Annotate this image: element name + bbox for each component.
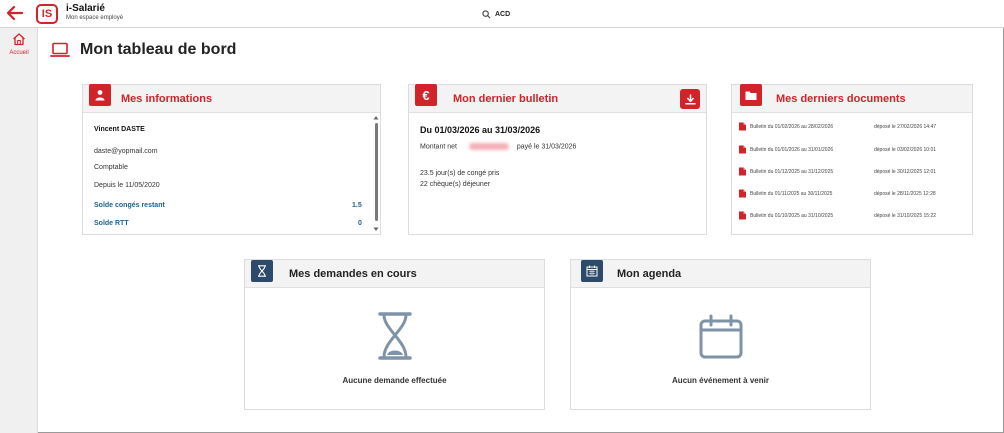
document-row[interactable]: Bulletin du 01/01/2026 au 31/01/2026 dép… — [738, 145, 960, 155]
card-header: Mes informations — [83, 84, 380, 113]
pdf-icon — [739, 145, 746, 154]
pdf-icon — [739, 211, 746, 220]
document-row[interactable]: Bulletin du 01/10/2025 au 31/10/2025 dép… — [738, 211, 960, 221]
euro-icon: € — [415, 84, 437, 106]
page-title: Mon tableau de bord — [80, 41, 237, 58]
card-title[interactable]: Mes informations — [121, 93, 212, 105]
card-mes-demandes: Mes demandes en cours Aucune demande eff… — [244, 259, 545, 410]
card-header: € Mon dernier bulletin — [409, 84, 706, 113]
hourglass-icon — [378, 312, 412, 360]
app-name: i-Salarié — [66, 3, 105, 14]
cheques-dejeuner: 22 chèque(s) déjeuner — [420, 181, 491, 188]
pdf-icon — [739, 167, 746, 176]
employee-since: Depuis le 11/05/2020 — [94, 182, 160, 189]
pdf-icon — [739, 122, 746, 131]
laptop-icon — [50, 42, 70, 57]
document-row[interactable]: Bulletin du 01/02/2026 au 28/02/2026 dép… — [738, 122, 960, 132]
document-name: Bulletin du 01/12/2025 au 31/12/2025 — [750, 169, 834, 175]
top-bar: IS i-Salarié Mon espace employé ACD — [0, 0, 1004, 28]
scroll-down-icon[interactable] — [373, 227, 379, 232]
conges-pris: 23.5 jour(s) de congé pris — [420, 170, 500, 177]
document-deposit: déposé le 30/12/2025 12:01 — [874, 169, 936, 175]
folder-icon — [740, 84, 762, 106]
company-name: ACD — [495, 10, 511, 18]
card-header: Mes demandes en cours — [245, 260, 544, 288]
document-name: Bulletin du 01/10/2025 au 31/10/2025 — [750, 213, 834, 219]
pdf-icon — [739, 189, 746, 198]
montant-redacted — [468, 143, 509, 150]
app-subtitle: Mon espace employé — [66, 15, 124, 21]
card-dernier-bulletin: € Mon dernier bulletin Du 01/03/2026 au … — [408, 84, 707, 235]
document-deposit: déposé le 03/02/2026 10:01 — [874, 147, 936, 153]
page-header: Mon tableau de bord — [50, 38, 236, 62]
paid-date: payé le 31/03/2026 — [516, 143, 577, 151]
scroll-up-icon[interactable] — [373, 115, 379, 120]
back-arrow-icon[interactable] — [5, 3, 25, 23]
employee-email: daste@yopmail.com — [94, 148, 158, 155]
document-row[interactable]: Bulletin du 01/11/2025 au 30/11/2025 dép… — [738, 189, 960, 199]
hourglass-icon — [251, 260, 273, 282]
document-deposit: déposé le 27/02/2026 14:47 — [874, 124, 936, 130]
document-deposit: déposé le 31/10/2025 15:22 — [874, 213, 936, 219]
home-icon — [13, 33, 25, 46]
card-title[interactable]: Mon dernier bulletin — [453, 93, 558, 105]
card-header: Mes derniers documents — [732, 84, 972, 113]
sidebar: Accueil — [0, 28, 38, 433]
montant-label: Montant net — [420, 143, 457, 151]
sidebar-item-accueil[interactable]: Accueil — [0, 28, 38, 62]
rtt-value: 0 — [358, 220, 362, 227]
download-button[interactable] — [680, 89, 700, 109]
rtt-label: Solde RTT — [94, 220, 129, 227]
document-name: Bulletin du 01/01/2026 au 31/01/2026 — [750, 147, 834, 153]
calendar-icon — [581, 260, 603, 282]
card-title[interactable]: Mes demandes en cours — [289, 268, 417, 280]
bulletin-montant: Montant net payé le 31/03/2026 — [420, 143, 576, 150]
document-row[interactable]: Bulletin du 01/12/2025 au 31/12/2025 dép… — [738, 167, 960, 177]
bulletin-period: Du 01/03/2026 au 31/03/2026 — [420, 125, 541, 135]
card-title[interactable]: Mon agenda — [617, 268, 681, 280]
card-mes-informations: Mes informations Vincent DASTE daste@yop… — [82, 84, 381, 235]
company-search[interactable]: ACD — [482, 7, 510, 21]
download-icon — [684, 93, 696, 105]
document-name: Bulletin du 01/11/2025 au 30/11/2025 — [750, 191, 833, 197]
card-derniers-documents: Mes derniers documents Bulletin du 01/02… — [731, 84, 973, 235]
scrollbar-thumb[interactable] — [375, 123, 378, 221]
empty-state-text: Aucun événement à venir — [672, 376, 769, 385]
card-header: Mon agenda — [571, 260, 870, 288]
conges-value: 1.5 — [352, 202, 362, 209]
conges-label: Solde congés restant — [94, 202, 165, 209]
card-title[interactable]: Mes derniers documents — [776, 93, 906, 105]
document-deposit: déposé le 28/11/2025 12:28 — [874, 191, 936, 197]
app-logo[interactable]: IS — [36, 4, 58, 24]
employee-role: Comptable — [94, 164, 128, 171]
employee-name: Vincent DASTE — [94, 126, 145, 133]
card-mon-agenda: Mon agenda Aucun événement à venir — [570, 259, 871, 410]
sidebar-item-label: Accueil — [9, 50, 29, 56]
document-name: Bulletin du 01/02/2026 au 28/02/2026 — [750, 124, 834, 130]
search-icon — [482, 9, 491, 18]
person-icon — [89, 84, 111, 106]
calendar-icon — [699, 314, 743, 359]
empty-state-text: Aucune demande effectuée — [342, 376, 447, 385]
